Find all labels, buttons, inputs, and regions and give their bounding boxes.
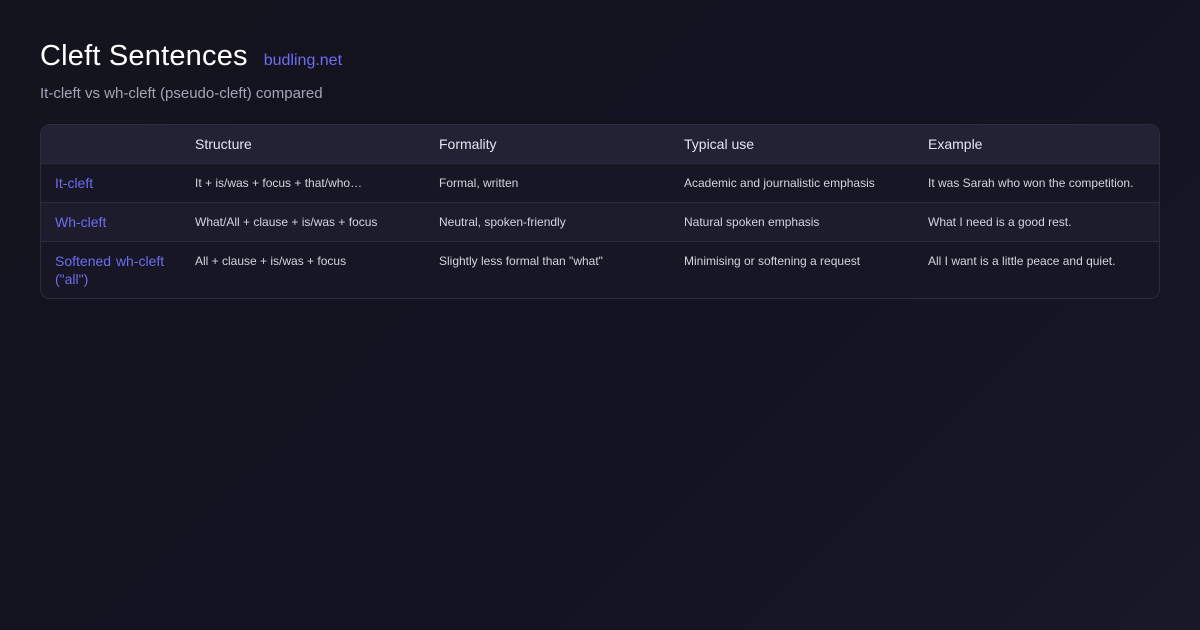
cell-formality: Neutral, spoken-friendly bbox=[425, 202, 670, 242]
title-row: Cleft Sentences budling.net bbox=[40, 40, 1160, 73]
cell-formality: Formal, written bbox=[425, 163, 670, 203]
table-row: Wh-cleft What/All + clause + is/was + fo… bbox=[41, 202, 1159, 242]
cell-example: It was Sarah who won the competition. bbox=[914, 163, 1159, 203]
row-label-wh-cleft: Wh-cleft bbox=[41, 202, 181, 242]
row-label-softened-wh-cleft: Softened wh-cleft ("all") bbox=[55, 253, 165, 287]
column-header-structure: Structure bbox=[181, 125, 425, 164]
cell-structure: It + is/was + focus + that/who… bbox=[181, 163, 425, 203]
comparison-table: Structure Formality Typical use Example … bbox=[41, 125, 1159, 298]
page-subtitle: It-cleft vs wh-cleft (pseudo-cleft) comp… bbox=[40, 85, 323, 102]
comparison-table-card: Structure Formality Typical use Example … bbox=[40, 124, 1160, 299]
table-body: It-cleft It + is/was + focus + that/who…… bbox=[41, 163, 1159, 298]
row-label-it-cleft: It-cleft bbox=[41, 163, 181, 203]
page-title: Cleft Sentences bbox=[40, 40, 248, 72]
table-row: Softened wh-cleft ("all") All + clause +… bbox=[41, 241, 1159, 298]
cell-example: All I want is a little peace and quiet. bbox=[928, 254, 1116, 268]
column-header-example: Example bbox=[914, 125, 1159, 164]
column-header-label bbox=[41, 125, 181, 164]
cell-structure: What/All + clause + is/was + focus bbox=[181, 202, 425, 242]
cell-formality: Slightly less formal than "what" bbox=[439, 254, 603, 268]
table-header: Structure Formality Typical use Example bbox=[41, 125, 1159, 164]
cell-typical-use: Academic and journalistic emphasis bbox=[670, 163, 914, 203]
site-link[interactable]: budling.net bbox=[264, 52, 342, 70]
page-header: Cleft Sentences budling.net It-cleft vs … bbox=[40, 40, 1160, 102]
cell-structure: All + clause + is/was + focus bbox=[195, 254, 347, 268]
cell-typical-use: Natural spoken emphasis bbox=[670, 202, 914, 242]
cell-typical-use: Minimising or softening a request bbox=[684, 254, 861, 268]
table-header-row: Structure Formality Typical use Example bbox=[41, 125, 1159, 164]
table-row: It-cleft It + is/was + focus + that/who…… bbox=[41, 163, 1159, 203]
column-header-typical-use: Typical use bbox=[670, 125, 914, 164]
column-header-formality: Formality bbox=[425, 125, 670, 164]
cell-example: What I need is a good rest. bbox=[914, 202, 1159, 242]
